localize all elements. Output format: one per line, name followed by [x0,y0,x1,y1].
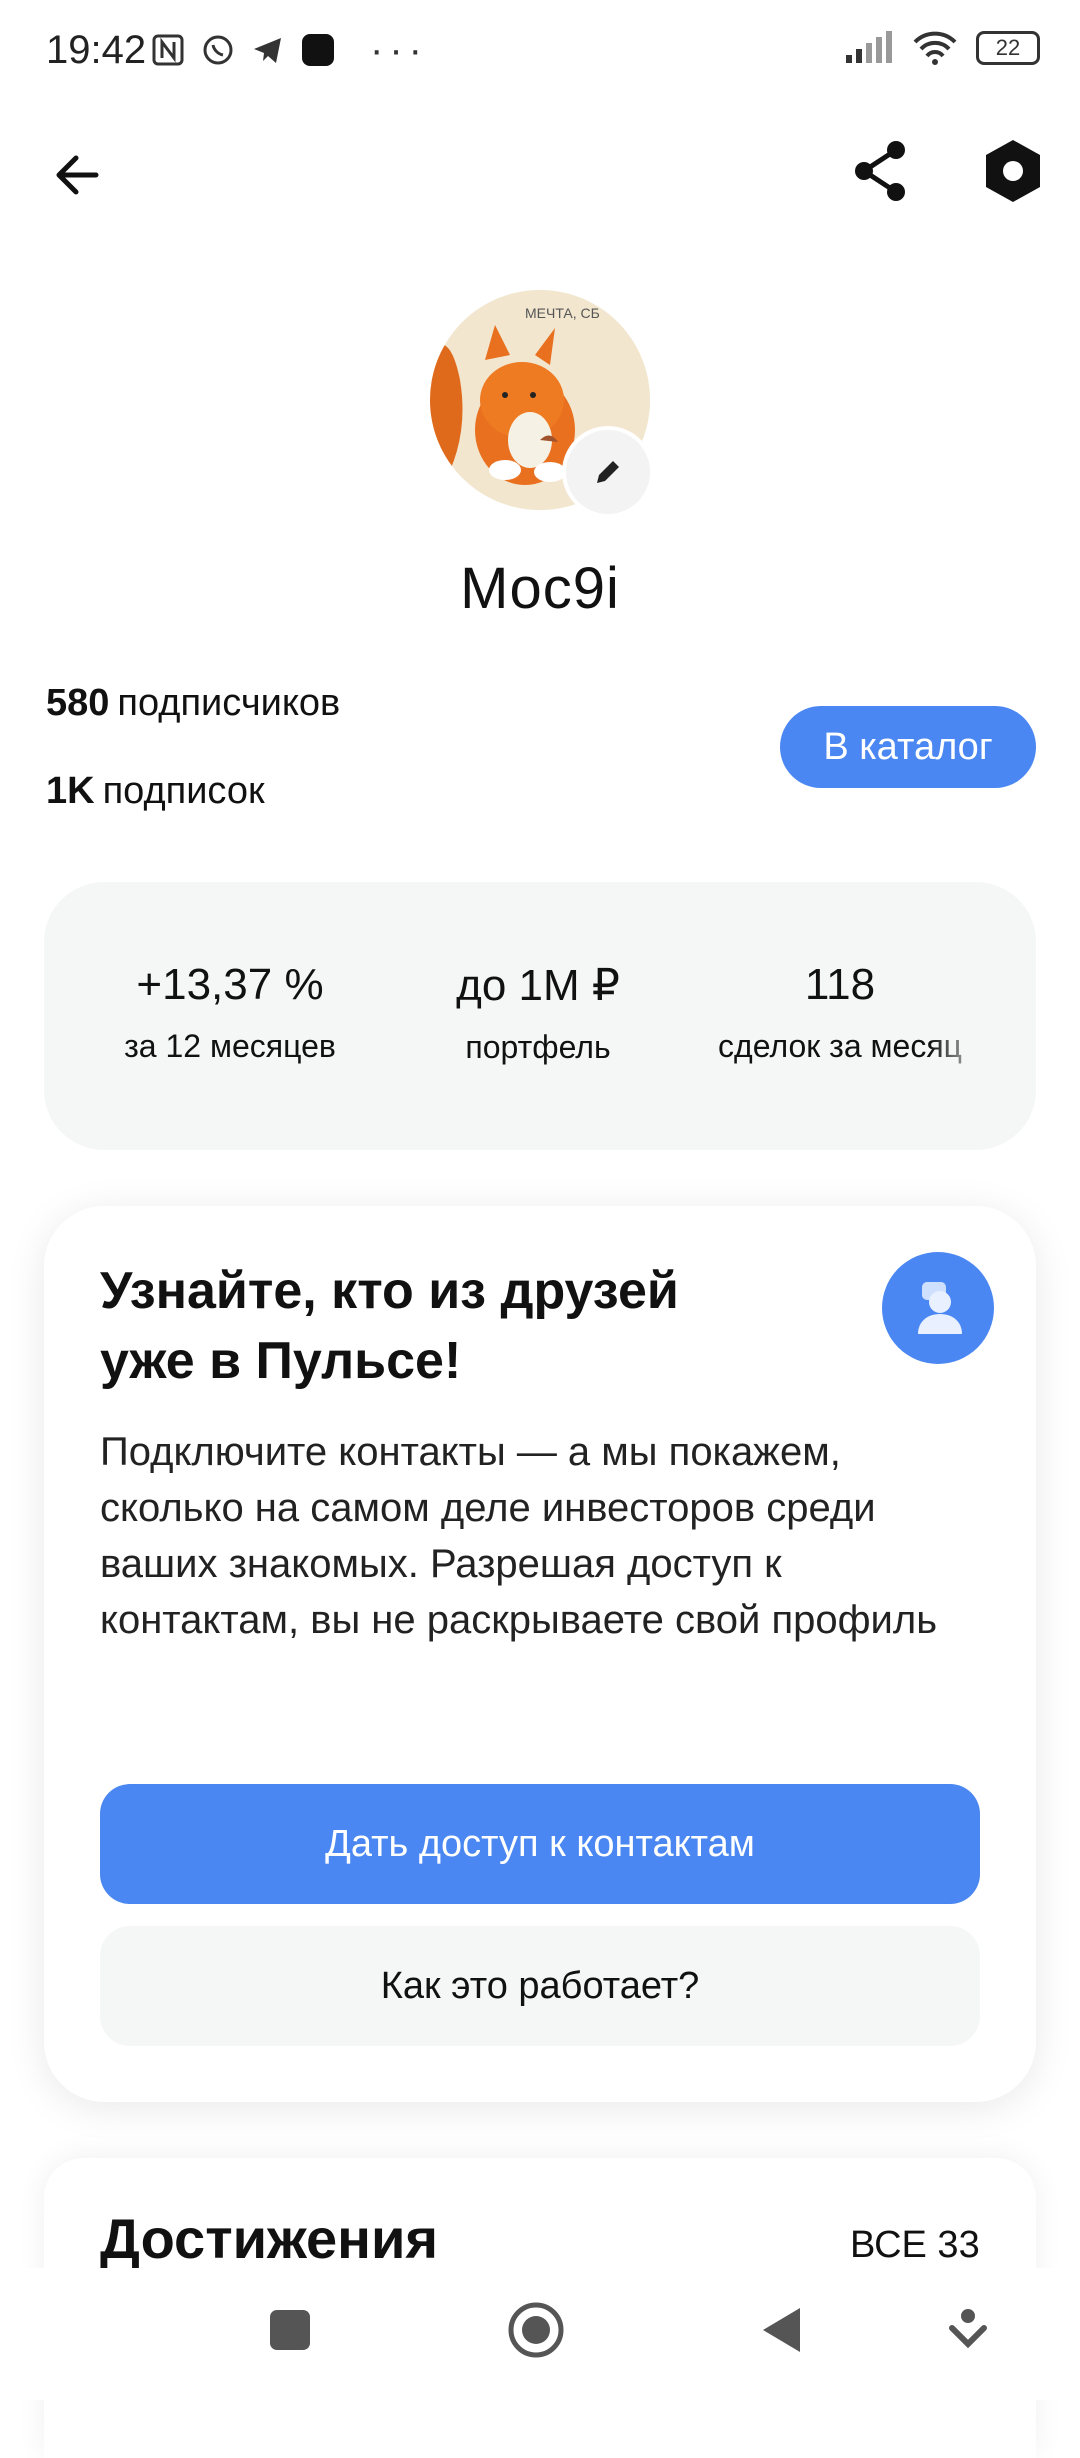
pencil-icon [597,461,619,483]
grant-contacts-access-button[interactable]: Дать доступ к контактам [100,1784,980,1904]
following-count: 1K [46,770,95,812]
stat-yield: +13,37 % за 12 месяцев [70,960,390,1065]
back-button[interactable] [46,140,116,210]
recents-button[interactable] [260,2300,320,2360]
following-stat[interactable]: 1K подписок [46,770,265,813]
edit-avatar-button[interactable] [566,430,650,514]
share-button[interactable] [846,136,916,206]
stat-label: сделок за месяц [718,1028,962,1064]
stat-value: 118 [804,960,876,1009]
battery-indicator: 22 [976,31,1040,65]
arrow-left-icon [56,155,99,195]
svg-text:МЕЧТА, СБ: МЕЧТА, СБ [525,305,600,321]
how-it-works-button[interactable]: Как это работает? [100,1926,980,2046]
stat-label: за 12 месяцев [124,1028,336,1064]
settings-button[interactable] [978,136,1048,206]
square-icon [270,2310,310,2350]
friends-card-title: Узнайте, кто из друзей уже в Пульсе! [100,1262,679,1390]
catalog-button[interactable]: В каталог [780,706,1036,788]
app-icon [302,34,334,66]
following-label: подписок [102,770,265,812]
stat-value: +13,37 % [136,960,324,1009]
telegram-icon [254,38,281,63]
notification-icons: ··· [150,30,428,70]
status-time: 19:42 [46,28,147,72]
friends-card-description: Подключите контакты — а мы покажем, скол… [100,1430,938,1642]
home-button[interactable] [506,2300,566,2360]
followers-stat[interactable]: 580 подписчиков [46,682,340,725]
whatsapp-icon [203,35,233,65]
signal-icon [846,31,892,63]
chevron-down-icon [949,2309,987,2349]
nfc-icon [152,34,184,66]
achievements-all-link[interactable]: ВСЕ 33 [850,2224,980,2267]
stat-label: портфель [465,1029,611,1065]
assistant-button[interactable] [938,2300,998,2360]
system-icons: 22 [844,30,1040,66]
status-bar: 19:42 ··· 22 [0,0,1080,110]
hexagon-settings-icon [986,140,1040,202]
achievements-title: Достижения [100,2207,439,2270]
triangle-back-icon [763,2308,800,2352]
back-nav-button[interactable] [752,2300,812,2360]
more-notifications-icon: ··· [370,28,428,72]
username: Moc9i [460,556,620,621]
stat-value: до 1М ₽ [456,961,620,1010]
wifi-icon [913,31,957,65]
followers-label: подписчиков [117,682,341,724]
contacts-icon [918,1282,962,1334]
stat-portfolio: до 1М ₽ портфель [378,960,698,1066]
contacts-badge [882,1252,994,1364]
home-circle-icon [508,2302,564,2358]
share-icon [855,141,905,201]
stat-deals: 118 сделок за месяц [690,960,990,1065]
followers-count: 580 [46,682,110,724]
